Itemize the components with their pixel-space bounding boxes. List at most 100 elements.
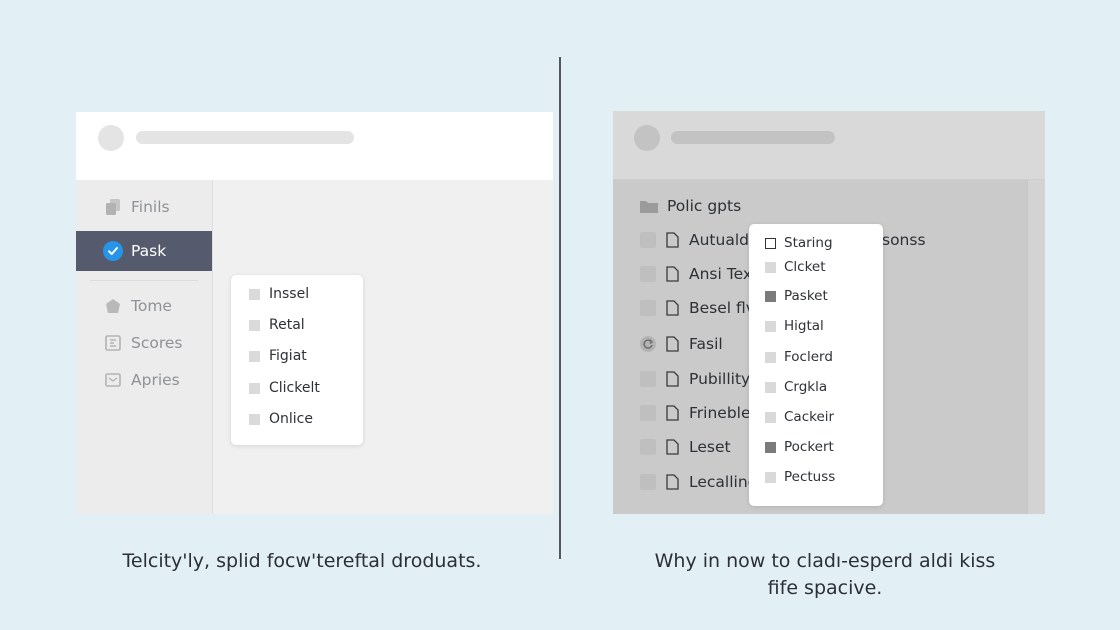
square-icon [765,320,776,332]
checkbox[interactable] [640,232,656,248]
menu-item-label: Cackeir [784,409,835,425]
menu-item-label: Retal [269,317,305,333]
square-icon [765,261,776,273]
list-item-label: Frinebler [689,404,757,422]
menu-item-figiat[interactable]: Figiat [249,348,307,364]
menu-item-label: Higtal [784,318,824,334]
list-item-ansi-text[interactable]: Ansi Text [640,265,758,283]
list-item-leset[interactable]: Leset [640,438,731,456]
list-item-label: Pubillity [689,370,751,388]
left-header [76,112,553,180]
left-sidebar: Finils Pask Tome Scores Apries [76,180,213,514]
checkbox[interactable] [640,405,656,421]
menu-item-label: Clcket [784,259,826,275]
right-caption-line-1: Why in now to cladı-esperd aldi kiss [654,550,996,572]
refresh-icon [640,336,656,352]
menu-item-clickelt[interactable]: Clickelt [249,380,320,396]
scrollbar[interactable] [1027,180,1045,514]
sidebar-item-label: Tome [131,297,172,315]
menu-item-pockert[interactable]: Pockert [765,439,834,455]
menu-item-retal[interactable]: Retal [249,317,305,333]
file-icon [666,371,679,387]
file-icon [666,439,679,455]
list-item-besel-flv[interactable]: Besel flv [640,299,755,317]
sidebar-item-label: Apries [131,371,180,389]
menu-item-pasket[interactable]: Pasket [765,288,828,304]
avatar [98,125,124,151]
folder-icon [640,199,658,213]
left-caption: Telcity'ly, splid focw'tereftal droduats… [122,550,482,572]
title-placeholder [136,131,354,144]
left-dropdown-menu: Inssel Retal Figiat Clickelt Onlice [231,275,363,445]
menu-item-label: Pectuss [784,469,836,485]
square-icon [765,290,776,302]
list-item-autualds[interactable]: Autualds [640,231,757,249]
list-item-frinebler[interactable]: Frinebler [640,404,757,422]
square-icon [765,411,776,423]
list-item-trailing-text: sonss [882,231,926,249]
file-icon [666,266,679,282]
sidebar-item-apries[interactable]: Apries [76,360,212,400]
menu-item-label: Inssel [269,286,310,302]
menu-item-label: Foclerd [784,349,833,365]
square-icon [249,288,260,300]
list-item-label: Ansi Text [689,265,759,283]
stack-icon [103,197,123,217]
list-item-label: Leset [689,438,731,456]
square-icon [249,413,260,425]
list-item-label: Polic gpts [667,197,742,215]
sidebar-item-pask[interactable]: Pask [76,231,212,271]
list-item-label: Besel flv [689,299,755,317]
file-icon [666,232,679,248]
list-item-pubillity[interactable]: Pubillity [640,370,750,388]
file-icon [666,336,679,352]
menu-item-label: Staring [784,235,833,251]
menu-item-foclerd[interactable]: Foclerd [765,349,833,365]
menu-item-crgkla[interactable]: Crgkla [765,379,827,395]
list-item-label: Fasil [689,335,723,353]
menu-item-pectuss[interactable]: Pectuss [765,469,835,485]
sidebar-separator [90,280,198,281]
menu-item-higtal[interactable]: Higtal [765,318,824,334]
menu-item-label: Figiat [269,348,307,364]
square-icon [765,441,776,453]
menu-item-onlice[interactable]: Onlice [249,411,313,427]
right-dropdown-menu: Staring Clcket Pasket Higtal Foclerd Crg… [749,224,883,506]
checkbox[interactable] [640,300,656,316]
checkbox[interactable] [640,371,656,387]
title-placeholder [671,131,835,144]
square-icon [249,319,260,331]
menu-item-cackeir[interactable]: Cackeir [765,409,834,425]
menu-item-label: Crgkla [784,379,828,395]
menu-item-label: Pockert [784,439,834,455]
checkbox[interactable] [640,474,656,490]
sidebar-item-label: Finils [131,198,170,216]
checkbox-icon [765,237,776,249]
square-icon [765,351,776,363]
menu-item-staring[interactable]: Staring [765,235,833,251]
avatar [634,125,660,151]
inbox-icon [103,370,123,390]
square-icon [249,382,260,394]
sidebar-item-label: Scores [131,334,183,352]
panel-divider [559,57,561,559]
sidebar-item-tome[interactable]: Tome [76,286,212,326]
checkbox[interactable] [640,439,656,455]
list-item-polic-gpts[interactable]: Polic gpts [640,197,741,215]
sidebar-item-scores[interactable]: Scores [76,323,212,363]
menu-item-label: Onlice [269,411,313,427]
checkbox[interactable] [640,266,656,282]
right-caption-line-2: fife spacive. [767,577,883,599]
menu-item-clcket[interactable]: Clcket [765,259,826,275]
list-item-label: Autualds [689,231,758,249]
menu-item-inssel[interactable]: Inssel [249,286,309,302]
sidebar-item-finils[interactable]: Finils [76,187,212,227]
file-icon [666,474,679,490]
list-item-label: Lecalline [689,473,758,491]
menu-item-label: Pasket [784,288,828,304]
home-icon [103,296,123,316]
list-item-lecalline[interactable]: Lecalline [640,473,757,491]
file-icon [666,405,679,421]
check-circle-icon [103,241,123,261]
list-item-fasil[interactable]: Fasil [640,335,723,353]
